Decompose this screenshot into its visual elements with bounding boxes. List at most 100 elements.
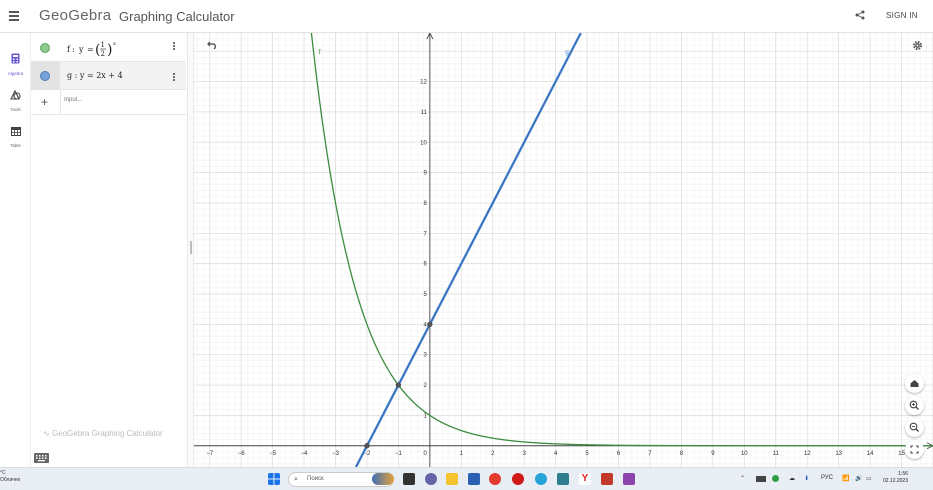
calculator-icon — [11, 53, 20, 64]
chat-icon[interactable] — [425, 473, 437, 485]
svg-text:=: = — [87, 45, 94, 54]
x-tick-label: −4 — [301, 451, 309, 457]
fullscreen-icon — [910, 445, 919, 454]
share-icon[interactable] — [855, 10, 865, 20]
keyboard-icon[interactable] — [34, 453, 49, 463]
algebra-row-g[interactable]: g : y = 2x + 4 — [31, 62, 186, 90]
wifi-icon[interactable]: 📶 — [842, 475, 849, 482]
marble-icon — [40, 43, 50, 53]
y-tick-label: 10 — [420, 140, 427, 146]
panel-resize-handle[interactable] — [187, 33, 194, 467]
function-f-formula: f : y = ( 1 2 ) x — [67, 41, 116, 58]
tray-app-icon[interactable]: ⬇ — [804, 475, 809, 482]
function-g-definition[interactable]: g : y = 2x + 4 — [67, 71, 123, 80]
nav-tools-label: Tools — [10, 107, 21, 112]
algebra-input[interactable] — [64, 97, 174, 103]
tray-chevron-icon[interactable]: ⌃ — [740, 475, 745, 482]
x-tick-label: −6 — [238, 451, 246, 457]
windows-start-icon[interactable] — [268, 473, 280, 485]
x-tick-label: −1 — [395, 451, 403, 457]
top-bar: GeoGebra Graphing Calculator SIGN IN — [0, 0, 933, 33]
clock-date: 02.12.2023 — [882, 478, 908, 484]
table-icon — [10, 127, 21, 136]
fullscreen-button[interactable] — [905, 440, 924, 459]
paint-icon[interactable] — [623, 473, 635, 485]
home-icon — [910, 380, 919, 387]
volume-icon[interactable]: 🔊 — [855, 475, 862, 482]
app-icon[interactable] — [468, 473, 480, 485]
opera-icon[interactable] — [512, 473, 524, 485]
sign-in-button[interactable]: SIGN IN — [886, 11, 918, 20]
y-tick-label: 8 — [424, 201, 428, 207]
app-icon[interactable] — [489, 473, 501, 485]
task-view-icon[interactable] — [403, 473, 415, 485]
svg-text:y: y — [78, 45, 84, 54]
x-tick-label: 12 — [804, 451, 811, 457]
nav-table[interactable]: Table — [0, 123, 31, 148]
search-highlight-icon[interactable] — [372, 473, 394, 485]
plus-icon[interactable]: + — [41, 95, 48, 109]
y-tick-label: 6 — [424, 262, 428, 268]
yandex-icon[interactable]: Y — [579, 473, 591, 485]
f-curve-label: f — [318, 49, 321, 56]
home-button[interactable] — [905, 374, 924, 393]
battery-icon[interactable]: ▭ — [866, 475, 872, 482]
clock[interactable]: 1:56 02.12.2023 — [878, 471, 908, 485]
visibility-toggle-g[interactable] — [31, 62, 60, 89]
zoom-in-button[interactable] — [905, 396, 924, 415]
geogebra-watermark-icon: ∿ — [43, 429, 50, 438]
word-icon[interactable] — [601, 473, 613, 485]
watermark: ∿ GeoGebra Graphing Calculator — [43, 429, 163, 438]
left-nav: Algebra Tools Table — [0, 33, 31, 467]
store-icon[interactable] — [557, 473, 569, 485]
graph-canvas[interactable]: −7 −6 −5 −4 −3 −2 −1 1 2 3 4 5 6 7 8 9 10 11 12 13 14 1512345… — [194, 33, 933, 467]
nav-tools[interactable]: Tools — [0, 87, 31, 112]
y-tick-label: 1 — [424, 413, 428, 419]
algebra-input-row[interactable]: + — [31, 90, 186, 115]
intersection-point — [427, 321, 433, 328]
weather-widget[interactable]: °C Облачно — [0, 470, 20, 484]
function-g-line-core — [355, 33, 582, 467]
geogebra-logo: GeoGebra — [39, 7, 112, 24]
menu-icon[interactable] — [9, 11, 19, 21]
x-tick-label: 13 — [835, 451, 842, 457]
tray-app-icon[interactable] — [756, 476, 766, 482]
graphics-view[interactable]: −7 −6 −5 −4 −3 −2 −1 1 2 3 4 5 6 7 8 9 10 11 12 13 14 15 1 2 3 4 5… — [194, 33, 933, 467]
file-explorer-icon[interactable] — [446, 473, 458, 485]
tray-app-icon[interactable] — [772, 475, 779, 482]
edge-icon[interactable] — [535, 473, 547, 485]
cloud-icon[interactable]: ☁ — [789, 475, 795, 482]
clock-time: 1:56 — [898, 471, 908, 477]
nav-algebra[interactable]: Algebra — [0, 51, 31, 76]
zoom-out-button[interactable] — [905, 418, 924, 437]
weather-temp: °C — [0, 470, 6, 476]
watermark-text: GeoGebra Graphing Calculator — [51, 429, 163, 438]
divider — [60, 90, 61, 115]
gear-icon[interactable] — [912, 40, 923, 51]
nav-algebra-label: Algebra — [7, 71, 24, 76]
language-indicator[interactable]: РУС — [821, 475, 833, 481]
search-icon: ⌕ — [294, 476, 298, 483]
more-options-icon[interactable] — [173, 72, 177, 82]
drag-handle-icon — [190, 241, 192, 254]
y-tick-label: 11 — [421, 110, 428, 116]
svg-text:): ) — [107, 42, 112, 58]
y-tick-label: 9 — [424, 171, 428, 177]
function-f-definition[interactable]: f : y = ( 1 2 ) x — [67, 38, 137, 62]
y-tick-label: 2 — [424, 383, 428, 389]
y-tick-label: 5 — [424, 292, 428, 298]
shapes-icon — [10, 89, 21, 100]
algebra-row-f[interactable]: f : y = ( 1 2 ) x — [31, 33, 186, 62]
x-tick-label: 14 — [867, 451, 874, 457]
svg-text::: : — [72, 45, 75, 54]
visibility-toggle-f[interactable] — [31, 33, 60, 61]
undo-icon[interactable] — [207, 40, 218, 49]
search-placeholder: Поиск — [307, 476, 324, 482]
zoom-in-icon — [909, 400, 919, 410]
more-options-icon[interactable] — [173, 41, 177, 51]
y-tick-label: 12 — [420, 80, 427, 86]
y-tick-label: 7 — [424, 231, 428, 237]
x-tick-label: 11 — [773, 451, 780, 457]
x-tick-label: −3 — [332, 451, 340, 457]
intersection-point — [364, 443, 370, 449]
